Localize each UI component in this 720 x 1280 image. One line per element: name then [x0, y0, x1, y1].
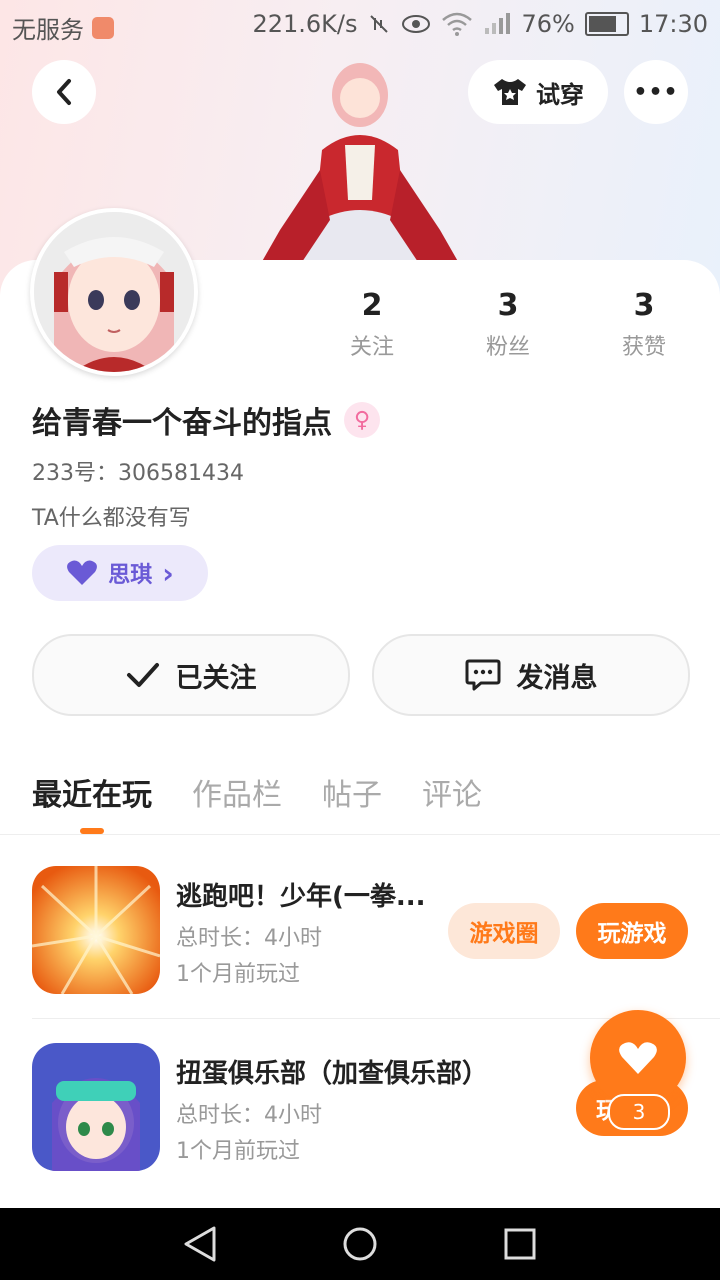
likes-count: 3 — [633, 288, 655, 323]
battery-percent: 76% — [521, 10, 575, 38]
wifi-icon — [442, 12, 473, 36]
fans-count: 3 — [497, 288, 519, 323]
nav-home-icon[interactable] — [342, 1226, 378, 1262]
likes-label: 获赞 — [621, 335, 666, 360]
signal-icon — [485, 13, 511, 34]
chevron-right-icon: › — [162, 556, 174, 590]
game-icon — [32, 866, 160, 994]
following-label: 关注 — [349, 335, 394, 360]
carrier-text: 无服务 — [12, 16, 84, 44]
profile-tabs: 最近在玩 作品栏 帖子 评论 — [32, 770, 482, 834]
nav-recents-icon[interactable] — [504, 1228, 536, 1260]
nickname: 给青春一个奋斗的指点 — [32, 406, 332, 441]
following-count: 2 — [361, 288, 383, 323]
game-last-played: 1个月前玩过 — [176, 1139, 300, 1164]
more-icon: ••• — [633, 79, 679, 105]
chevron-left-icon — [57, 79, 71, 105]
message-button[interactable]: 发消息 — [372, 634, 690, 716]
tshirt-icon — [494, 79, 526, 105]
app-notification-icon — [92, 16, 114, 39]
fans-stat[interactable]: 3 粉丝 — [448, 288, 568, 361]
check-icon — [126, 663, 159, 687]
followed-button[interactable]: 已关注 — [32, 634, 350, 716]
bio-text: TA什么都没有写 — [32, 506, 191, 531]
game-icon — [32, 1043, 160, 1171]
network-speed: 221.6K/s — [252, 10, 358, 38]
tab-recently-played[interactable]: 最近在玩 — [32, 770, 152, 834]
clock: 17:30 — [638, 10, 708, 38]
heart-icon — [67, 560, 98, 585]
heart-icon — [619, 1042, 657, 1074]
avatar[interactable] — [30, 208, 198, 376]
following-stat[interactable]: 2 关注 — [312, 288, 432, 361]
nickname-row: 给青春一个奋斗的指点 ♀ — [32, 398, 380, 442]
status-bar: 无服务 221.6K/s 76% 17:30 — [0, 0, 720, 50]
female-gender-icon: ♀ — [344, 402, 380, 438]
mute-icon — [370, 15, 389, 33]
eye-icon — [402, 15, 431, 33]
fans-label: 粉丝 — [485, 335, 530, 360]
game-last-played: 1个月前玩过 — [176, 962, 300, 987]
try-on-label: 试穿 — [536, 80, 584, 109]
companion-tag-button[interactable]: 思琪 › — [32, 545, 208, 601]
try-on-button[interactable]: 试穿 — [468, 60, 608, 124]
back-button[interactable] — [32, 60, 96, 124]
tab-comments[interactable]: 评论 — [422, 770, 482, 834]
like-button[interactable] — [590, 1010, 686, 1106]
likes-stat[interactable]: 3 获赞 — [584, 288, 704, 361]
tabs-divider — [0, 834, 720, 835]
tab-posts[interactable]: 帖子 — [322, 770, 382, 834]
like-count-badge: 3 — [608, 1094, 670, 1130]
game-circle-button[interactable]: 游戏圈 — [448, 903, 560, 959]
game-title: 逃跑吧！少年(一拳... — [176, 882, 426, 912]
message-label: 发消息 — [516, 662, 598, 694]
nav-back-icon[interactable] — [182, 1224, 218, 1264]
game-duration: 总时长：4小时 — [176, 1103, 322, 1128]
game-row[interactable]: 逃跑吧！少年(一拳... 总时长：4小时 1个月前玩过 游戏圈 玩游戏 — [32, 866, 720, 1026]
tag-label: 思琪 — [108, 563, 153, 588]
user-id[interactable]: 233号：306581434 — [32, 455, 244, 487]
tab-works[interactable]: 作品栏 — [192, 770, 282, 834]
followed-label: 已关注 — [175, 662, 257, 694]
more-button[interactable]: ••• — [624, 60, 688, 124]
game-title: 扭蛋俱乐部（加查俱乐部） — [176, 1059, 489, 1089]
chat-bubble-icon — [465, 659, 500, 691]
system-nav-bar — [0, 1208, 720, 1280]
avatar-3d-figure — [260, 63, 460, 265]
battery-icon — [584, 12, 629, 36]
game-duration: 总时长：4小时 — [176, 926, 322, 951]
play-game-button[interactable]: 玩游戏 — [576, 903, 688, 959]
